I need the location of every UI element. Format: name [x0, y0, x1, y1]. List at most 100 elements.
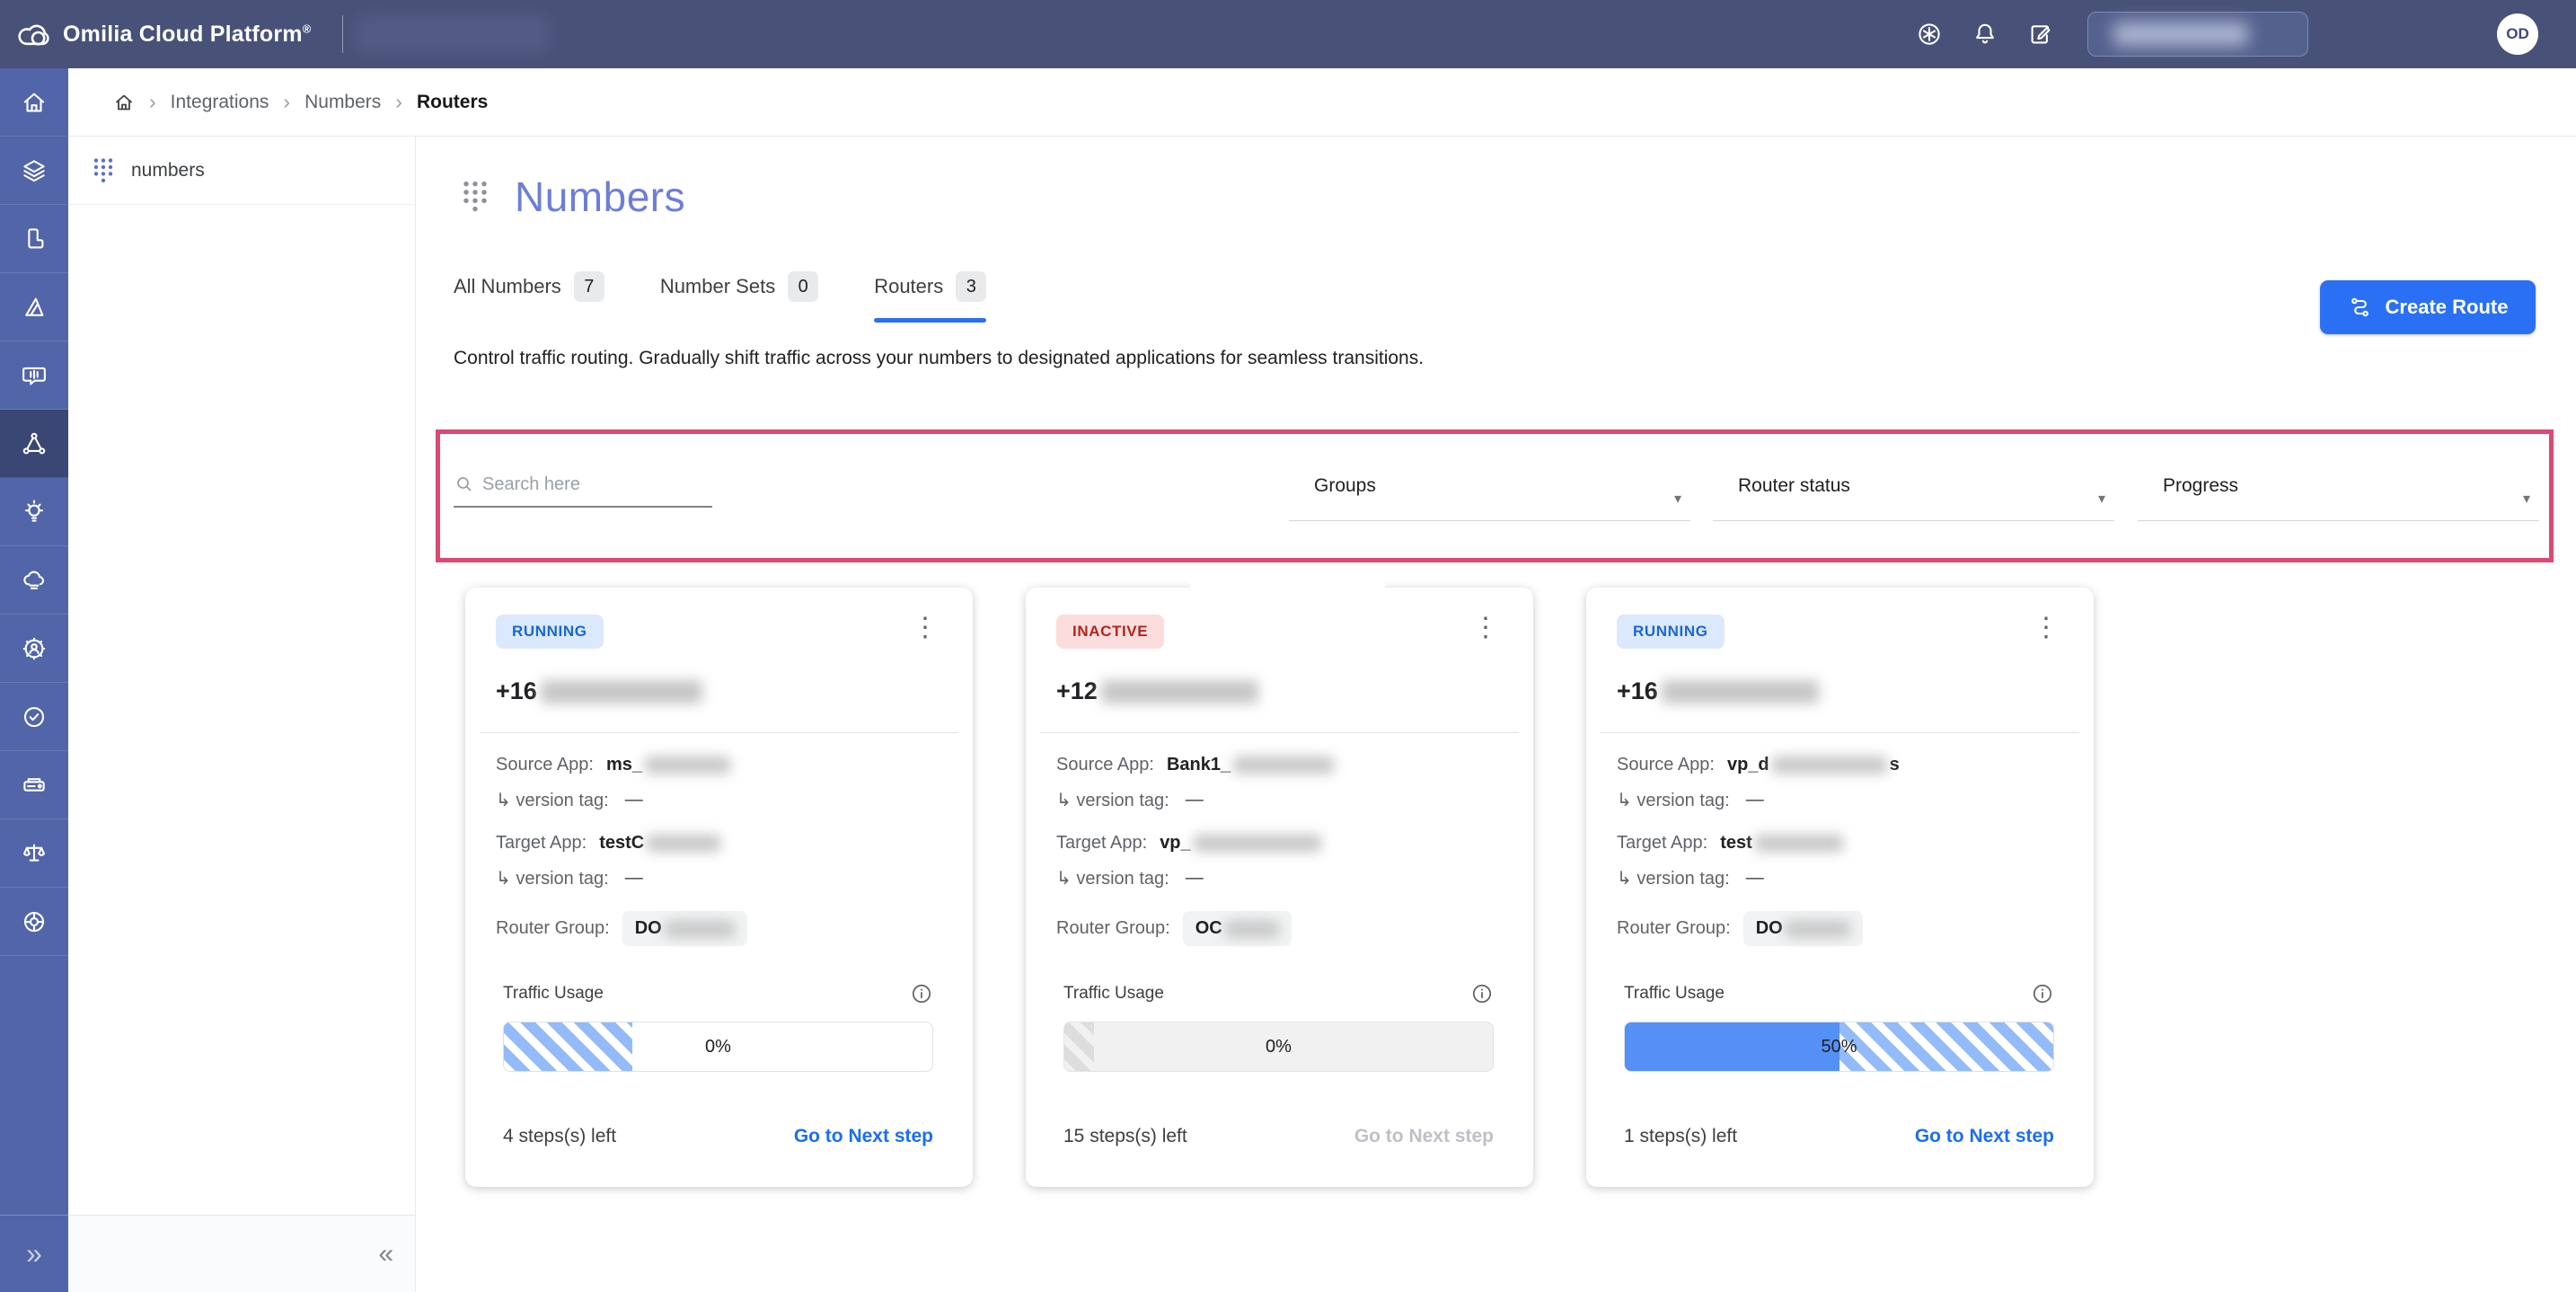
brand-title: Omilia Cloud Platform® [63, 21, 312, 47]
tabs: All Numbers 7 Number Sets 0 Routers 3 [454, 271, 987, 323]
notifications-bell-icon[interactable] [1971, 20, 1999, 49]
user-avatar[interactable]: OD [2497, 13, 2538, 55]
sidebar-item-compliance-scale[interactable] [0, 819, 68, 888]
tab-routers[interactable]: Routers 3 [874, 271, 987, 323]
create-route-button[interactable]: Create Route [2320, 280, 2536, 334]
go-to-next-step-link[interactable]: Go to Next step [794, 1126, 933, 1147]
redacted-text [1233, 757, 1335, 774]
steps-left: 4 steps(s) left [503, 1126, 617, 1146]
tab-number-sets[interactable]: Number Sets 0 [660, 271, 819, 316]
dropdown-label: Progress [2163, 475, 2239, 496]
dropdown-label: Groups [1314, 475, 1376, 496]
router-card: INACTIVE ⋮ +12 Source App: Bank1_ ↳ version t… [1026, 588, 1533, 1187]
chevron-down-icon: ▾ [2522, 491, 2530, 507]
card-divider [480, 732, 958, 733]
breadcrumb: › Integrations › Numbers › Routers [68, 68, 2576, 137]
tab-label: All Numbers [454, 275, 561, 297]
status-badge: RUNNING [1617, 615, 1725, 649]
icon-sidebar: » [0, 68, 68, 1292]
breadcrumb-separator: › [149, 90, 156, 113]
kebab-menu-icon[interactable]: ⋮ [912, 615, 939, 642]
sidebar-item-home[interactable] [0, 68, 68, 137]
sidebar-item-insights-bulb[interactable] [0, 478, 68, 546]
dialpad-icon [461, 179, 490, 215]
home-icon[interactable] [113, 92, 135, 113]
sidebar-item-quality-badge[interactable] [0, 683, 68, 751]
info-icon[interactable] [2031, 982, 2054, 1005]
tab-label: Routers [874, 275, 944, 297]
router-group-chip: DO [622, 911, 747, 946]
redacted-text [647, 835, 721, 852]
design-compass-icon [21, 294, 48, 321]
tab-all-numbers[interactable]: All Numbers 7 [454, 271, 604, 316]
insights-bulb-icon [21, 499, 48, 526]
breadcrumb-link[interactable]: Integrations [171, 92, 269, 113]
sidebar-item-voice-chat[interactable] [0, 341, 68, 410]
sidebar-expand-chevron[interactable]: » [0, 1215, 68, 1292]
traffic-progress-bar: 0% [1063, 1022, 1494, 1072]
router-status-dropdown[interactable]: Router status ▾ [1713, 470, 2114, 521]
sidebar-item-layers[interactable] [0, 137, 68, 205]
home-icon [21, 89, 48, 116]
apps-asterisk-icon[interactable] [1915, 20, 1944, 49]
panel-footer: « [68, 1215, 415, 1292]
sidebar-item-integrations-network[interactable] [0, 410, 68, 478]
breadcrumb-link[interactable]: Numbers [304, 92, 381, 113]
kebab-menu-icon[interactable]: ⋮ [1472, 615, 1499, 642]
redacted-text [1785, 920, 1850, 937]
search-icon [454, 473, 475, 495]
target-version-row: ↳ version tag: — [1617, 868, 1764, 889]
sidebar-item-hardware[interactable] [0, 751, 68, 819]
integrations-network-icon [21, 430, 48, 457]
router-card: RUNNING ⋮ +16 Source App: vp_d s ↳ version tag… [1586, 588, 2094, 1187]
redacted-text [1193, 835, 1321, 852]
traffic-progress-bar: 0% [503, 1022, 933, 1072]
navbar-divider [341, 15, 343, 53]
router-cards: RUNNING ⋮ +16 Source App: ms_ ↳ version tag: —… [465, 588, 2094, 1187]
go-to-next-step-link[interactable]: Go to Next step [1915, 1126, 2054, 1147]
panel-collapse-chevron[interactable]: « [378, 1239, 393, 1270]
kebab-menu-icon[interactable]: ⋮ [2033, 615, 2060, 642]
user-settings-icon [21, 635, 48, 662]
card-divider [1040, 732, 1519, 733]
sidebar-item-design-compass[interactable] [0, 273, 68, 341]
page-title: Numbers [515, 173, 686, 220]
breadcrumb-separator: › [283, 90, 291, 113]
progress-dropdown[interactable]: Progress ▾ [2138, 470, 2539, 521]
router-group-row: Router Group: DO [1617, 911, 2063, 946]
source-app-row: Source App: Bank1_ [1056, 755, 1503, 775]
sidebar-item-telephony[interactable] [0, 205, 68, 273]
quality-badge-icon [21, 704, 48, 730]
groups-dropdown[interactable]: Groups ▾ [1289, 470, 1690, 521]
dropdown-label: Router status [1738, 475, 1850, 496]
search-input[interactable] [482, 473, 689, 495]
compliance-scale-icon [21, 840, 48, 867]
telephony-icon [21, 226, 48, 252]
brand-logo[interactable]: Omilia Cloud Platform® [16, 21, 312, 48]
router-group-chip: OC [1182, 911, 1292, 946]
route-icon [2348, 295, 2373, 320]
sidebar-item-user-settings[interactable] [0, 615, 68, 683]
progress-percent: 0% [705, 1036, 731, 1057]
sidebar-item-cloud[interactable] [0, 546, 68, 615]
compose-note-icon[interactable] [2026, 20, 2055, 49]
tab-count-badge: 0 [788, 271, 819, 302]
redacted-nav-item [355, 15, 549, 53]
chevron-down-icon: ▾ [2097, 491, 2105, 507]
redacted-text [1100, 679, 1258, 704]
redacted-environment-selector[interactable] [2087, 12, 2308, 57]
voice-chat-icon [21, 362, 48, 389]
info-icon[interactable] [910, 982, 933, 1005]
progress-percent: 50% [1821, 1036, 1857, 1057]
card-divider [1601, 732, 2079, 733]
info-icon[interactable] [1470, 982, 1494, 1005]
sidebar-item-numbers[interactable]: numbers [68, 137, 415, 205]
sidebar-item-support-lifebuoy[interactable] [0, 888, 68, 956]
cloud-logo-icon [16, 21, 52, 48]
search-field[interactable] [454, 473, 712, 508]
traffic-usage-block: Traffic Usage 0% [496, 982, 942, 1072]
hardware-icon [21, 772, 48, 799]
router-group-row: Router Group: DO [496, 911, 942, 946]
create-route-label: Create Route [2385, 296, 2509, 318]
page-description: Control traffic routing. Gradually shift… [454, 348, 1425, 368]
